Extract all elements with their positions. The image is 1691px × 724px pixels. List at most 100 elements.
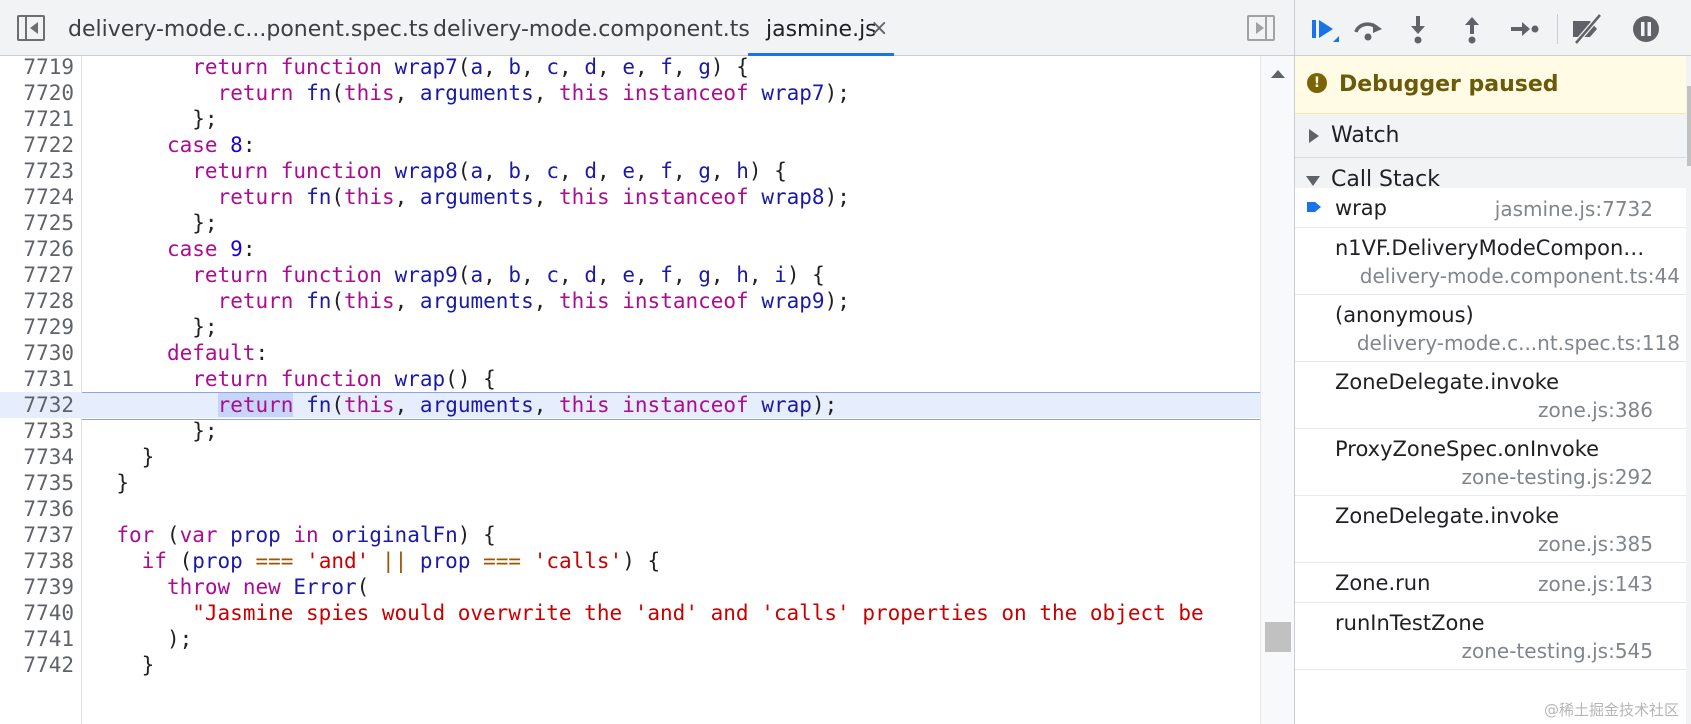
line-number[interactable]: 7736: [0, 496, 74, 522]
frame-location-link[interactable]: zone.js:385: [1538, 532, 1653, 556]
code-line[interactable]: 7726 case 9:: [0, 236, 1260, 262]
code-line[interactable]: 7739 throw new Error(: [0, 574, 1260, 600]
code-line[interactable]: 7733 };: [0, 418, 1260, 444]
line-number[interactable]: 7742: [0, 652, 74, 678]
step-into-icon[interactable]: [1401, 12, 1435, 46]
line-number[interactable]: 7734: [0, 444, 74, 470]
tab-delivery-mode-spec[interactable]: delivery-mode.c...ponent.spec.ts: [68, 0, 429, 56]
code-text: };: [192, 211, 218, 235]
scrollbar-thumb[interactable]: [1687, 86, 1691, 166]
line-number[interactable]: 7730: [0, 340, 74, 366]
code-line[interactable]: 7721 };: [0, 106, 1260, 132]
line-number[interactable]: 7723: [0, 158, 74, 184]
code-line[interactable]: 7727 return function wrap9(a, b, c, d, e…: [0, 262, 1260, 288]
code-line[interactable]: 7735 }: [0, 470, 1260, 496]
code-text: };: [192, 419, 218, 443]
sources-editor-pane: delivery-mode.c...ponent.spec.ts deliver…: [0, 0, 1294, 724]
line-number[interactable]: 7726: [0, 236, 74, 262]
editor-scrollbar[interactable]: [1260, 56, 1294, 724]
frame-location-link[interactable]: delivery-mode.c...nt.spec.ts:118: [1357, 331, 1680, 355]
code-text: );: [166, 627, 193, 651]
editor-tabbar: delivery-mode.c...ponent.spec.ts deliver…: [0, 0, 1294, 56]
scroll-up-arrow-icon[interactable]: [1271, 70, 1285, 78]
debugger-toolbar: [1295, 0, 1691, 56]
tab-delivery-mode-component[interactable]: delivery-mode.component.ts: [433, 0, 750, 56]
call-stack-frame[interactable]: wrap jasmine.js:7732: [1295, 188, 1686, 228]
close-tab-icon[interactable]: ×: [870, 0, 888, 58]
code-line[interactable]: 7728 return fn(this, arguments, this ins…: [0, 288, 1260, 314]
code-line[interactable]: 7725 };: [0, 210, 1260, 236]
call-stack-frame[interactable]: ZoneDelegate.invoke zone.js:385: [1295, 496, 1686, 563]
watch-label: Watch: [1331, 123, 1400, 148]
step-over-icon[interactable]: [1351, 12, 1385, 46]
code-line[interactable]: 7724 return fn(this, arguments, this ins…: [0, 184, 1260, 210]
scrollbar-thumb[interactable]: [1265, 622, 1291, 652]
code-line[interactable]: 7732 return fn(this, arguments, this ins…: [0, 392, 1260, 420]
call-stack-frame[interactable]: (anonymous) delivery-mode.c...nt.spec.ts:…: [1295, 295, 1686, 362]
line-number[interactable]: 7733: [0, 418, 74, 444]
line-number[interactable]: 7731: [0, 366, 74, 392]
call-stack-frame[interactable]: ProxyZoneSpec.onInvoke zone-testing.js:29…: [1295, 429, 1686, 496]
step-icon[interactable]: [1507, 12, 1541, 46]
line-number[interactable]: 7739: [0, 574, 74, 600]
resume-icon[interactable]: [1307, 12, 1341, 46]
line-number[interactable]: 7721: [0, 106, 74, 132]
code-line[interactable]: 7737 for (var prop in originalFn) {: [0, 522, 1260, 548]
code-line[interactable]: 7723 return function wrap8(a, b, c, d, e…: [0, 158, 1260, 184]
toolbar-divider: [1557, 14, 1558, 44]
line-number[interactable]: 7727: [0, 262, 74, 288]
code-line[interactable]: 7736: [0, 496, 1260, 522]
code-line[interactable]: 7720 return fn(this, arguments, this ins…: [0, 80, 1260, 106]
frame-location-link[interactable]: delivery-mode.component.ts:44: [1360, 264, 1680, 288]
line-number[interactable]: 7740: [0, 600, 74, 626]
sidebar-scrollbar[interactable]: [1686, 56, 1691, 724]
frame-location-link[interactable]: zone.js:143: [1538, 572, 1653, 596]
line-number[interactable]: 7737: [0, 522, 74, 548]
tab-jasmine-js-label: jasmine.js: [766, 17, 877, 42]
code-text: if (prop === 'and' || prop === 'calls') …: [141, 549, 661, 573]
line-number[interactable]: 7719: [0, 56, 74, 80]
frame-function-name: (anonymous): [1335, 303, 1474, 327]
toggle-navigator-icon[interactable]: [17, 15, 45, 41]
code-line[interactable]: 7740 "Jasmine spies would overwrite the …: [0, 600, 1260, 626]
call-stack-frame[interactable]: ZoneDelegate.invoke zone.js:386: [1295, 362, 1686, 429]
pause-on-exceptions-icon[interactable]: [1629, 12, 1663, 46]
code-line[interactable]: 7730 default:: [0, 340, 1260, 366]
call-stack-frame[interactable]: Zone.run zone.js:143: [1295, 563, 1686, 603]
toggle-debugger-sidebar-icon[interactable]: [1247, 15, 1275, 41]
line-number[interactable]: 7735: [0, 470, 74, 496]
line-number[interactable]: 7724: [0, 184, 74, 210]
call-stack-frame[interactable]: n1VF.DeliveryModeCompone... delivery-mode…: [1295, 228, 1686, 295]
code-text: return fn(this, arguments, this instance…: [217, 289, 850, 313]
code-line[interactable]: 7731 return function wrap() {: [0, 366, 1260, 392]
line-number[interactable]: 7732: [0, 392, 74, 418]
code-line[interactable]: 7741 );: [0, 626, 1260, 652]
line-number[interactable]: 7725: [0, 210, 74, 236]
step-out-icon[interactable]: [1455, 12, 1489, 46]
call-stack-frame[interactable]: runInTestZone zone-testing.js:545: [1295, 603, 1686, 670]
line-number[interactable]: 7722: [0, 132, 74, 158]
code-text: throw new Error(: [166, 575, 370, 599]
current-frame-arrow-icon: [1307, 202, 1321, 212]
frame-location-link[interactable]: zone-testing.js:292: [1461, 465, 1653, 489]
deactivate-breakpoints-icon[interactable]: [1570, 12, 1604, 46]
line-number[interactable]: 7720: [0, 80, 74, 106]
line-number[interactable]: 7729: [0, 314, 74, 340]
code-line[interactable]: 7722 case 8:: [0, 132, 1260, 158]
line-number[interactable]: 7738: [0, 548, 74, 574]
frame-location-link[interactable]: zone-testing.js:545: [1461, 639, 1653, 663]
code-text: default:: [166, 341, 269, 365]
line-number[interactable]: 7741: [0, 626, 74, 652]
debugger-sidebar: ! Debugger paused Watch Call Stack wrap j…: [1294, 0, 1691, 724]
watch-section-header[interactable]: Watch: [1295, 114, 1686, 158]
code-line[interactable]: 7734 }: [0, 444, 1260, 470]
line-number[interactable]: 7728: [0, 288, 74, 314]
watermark: @稀土掘金技术社区: [1543, 701, 1679, 719]
frame-location-link[interactable]: jasmine.js:7732: [1495, 197, 1653, 221]
code-line[interactable]: 7742 }: [0, 652, 1260, 678]
code-line[interactable]: 7729 };: [0, 314, 1260, 340]
code-editor[interactable]: 7719 return function wrap7(a, b, c, d, e…: [0, 56, 1260, 724]
code-line[interactable]: 7719 return function wrap7(a, b, c, d, e…: [0, 56, 1260, 80]
frame-location-link[interactable]: zone.js:386: [1538, 398, 1653, 422]
code-line[interactable]: 7738 if (prop === 'and' || prop === 'cal…: [0, 548, 1260, 574]
